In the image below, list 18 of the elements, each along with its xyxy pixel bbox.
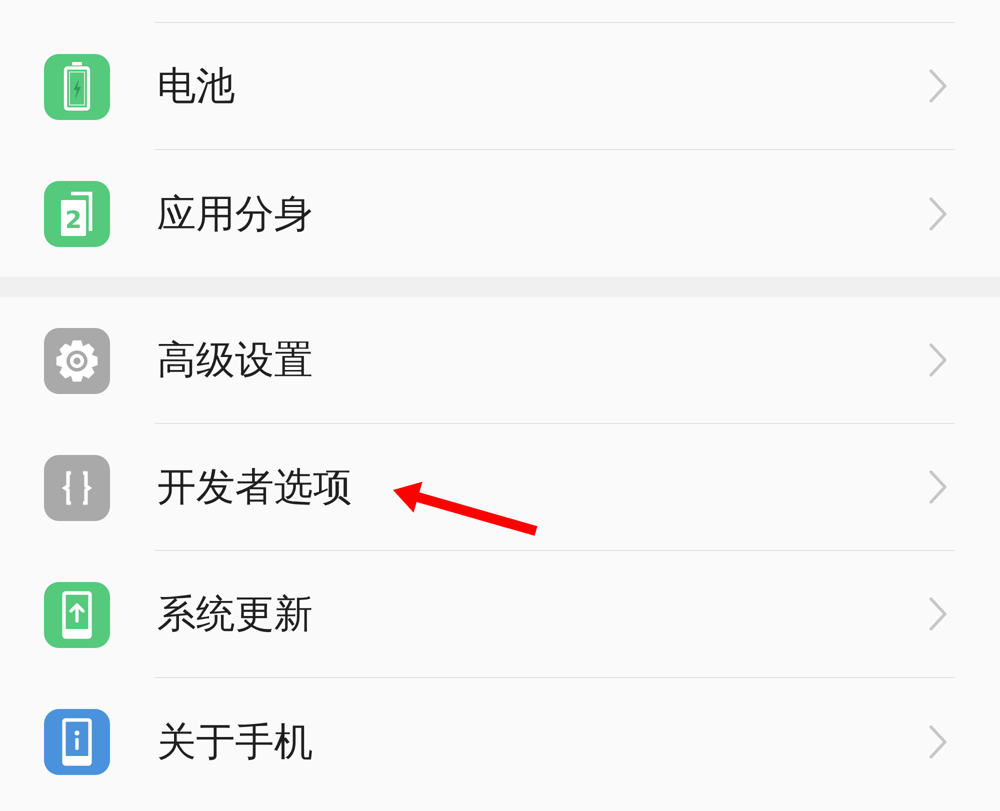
menu-item-label[interactable]: 开发者选项 <box>157 460 352 514</box>
chevron-right-icon <box>929 343 947 377</box>
menu-item-label[interactable]: 高级设置 <box>157 333 313 387</box>
chevron-right-icon <box>929 470 947 504</box>
phone-info-icon <box>44 708 110 774</box>
chevron-right-icon <box>929 69 947 103</box>
menu-item-label[interactable]: 关于手机 <box>157 714 313 768</box>
stacked-pages-icon: 2 <box>44 180 110 246</box>
chevron-right-icon <box>929 196 947 230</box>
braces-icon <box>44 454 110 520</box>
menu-item-label[interactable]: 电池 <box>157 59 235 113</box>
battery-icon <box>44 54 110 120</box>
chevron-right-icon <box>929 724 947 758</box>
chevron-right-icon <box>929 597 947 631</box>
menu-item-label[interactable]: 系统更新 <box>157 587 313 641</box>
menu-item-label[interactable]: 应用分身 <box>157 186 313 240</box>
phone-upload-icon <box>44 582 110 648</box>
gear-icon <box>44 328 110 394</box>
